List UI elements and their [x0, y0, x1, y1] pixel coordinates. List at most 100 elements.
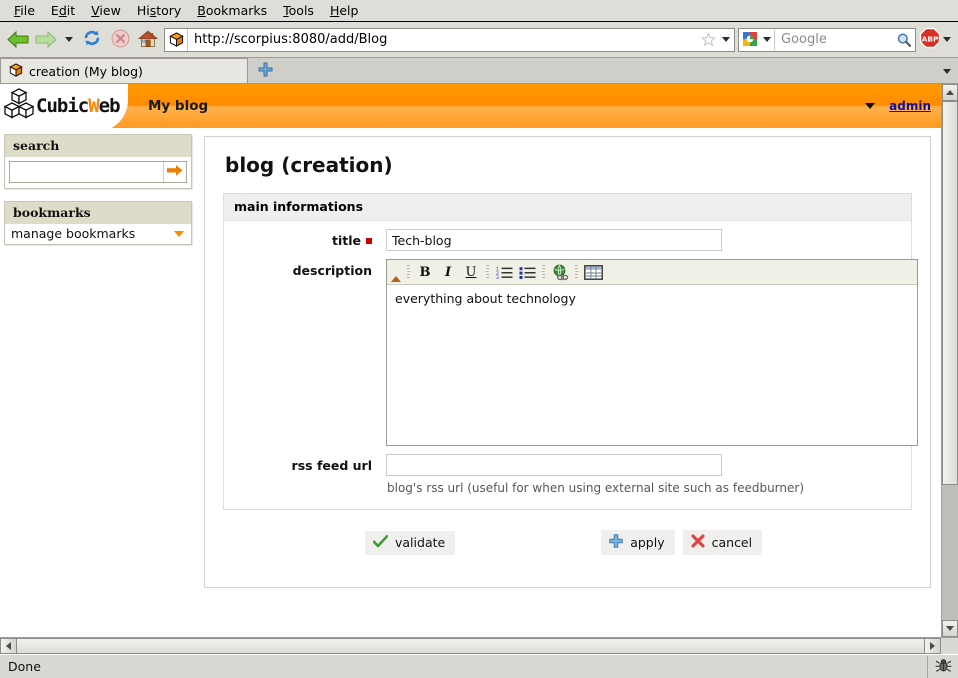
search-engine-dropdown[interactable] [760, 29, 775, 50]
chevron-down-icon [943, 68, 951, 74]
ordered-list-button[interactable]: 1 2 3 [493, 262, 515, 282]
back-arrow-icon [7, 31, 29, 48]
bookmarks-box-title: bookmarks [5, 202, 191, 224]
sidebar: search bookmarks manage bookmarks [0, 128, 196, 257]
logo-accent-letter: W [88, 95, 99, 117]
control-rss-feed-url: blog's rss url (useful for when using ex… [386, 454, 901, 495]
browser-search-input[interactable]: Google [775, 32, 893, 47]
cube-favicon [165, 28, 188, 51]
scroll-up-button[interactable] [942, 84, 958, 101]
chevron-down-icon[interactable] [943, 37, 951, 42]
nav-history-dropdown[interactable] [60, 26, 78, 54]
field-row-description: description B I U 1 2 3 everything about… [224, 251, 918, 446]
app-logo[interactable]: CubicWeb [0, 84, 128, 132]
bookmarks-box: bookmarks manage bookmarks [4, 201, 192, 245]
page-horizontal-scrollbar[interactable] [0, 637, 958, 654]
search-box-title: search [5, 135, 191, 157]
user-menu[interactable]: admin [865, 99, 931, 113]
vertical-scroll-track[interactable] [942, 101, 958, 620]
vertical-scroll-thumb[interactable] [942, 101, 958, 486]
fieldset-legend: main informations [224, 194, 911, 221]
page-body: search bookmarks manage bookmarks blog (… [0, 128, 941, 637]
cross-icon [691, 534, 705, 551]
menu-edit[interactable]: Edit [43, 2, 83, 19]
user-link[interactable]: admin [889, 99, 931, 113]
toolbar-grip [407, 265, 410, 279]
triangle-up-icon [391, 276, 401, 282]
scroll-down-button[interactable] [942, 620, 958, 637]
url-dropdown-button[interactable] [718, 29, 734, 51]
label-title: title [234, 229, 386, 248]
control-title [386, 229, 901, 251]
tab-creation-my-blog[interactable]: creation (My blog) [0, 58, 248, 83]
validate-button[interactable]: validate [365, 530, 456, 555]
forward-button [32, 26, 60, 54]
search-submit-button[interactable] [162, 162, 186, 182]
reload-button[interactable] [78, 26, 106, 54]
abp-icon: ABP [919, 27, 941, 52]
svg-text:3: 3 [496, 275, 499, 279]
italic-button[interactable]: I [437, 262, 459, 282]
arrow-right-icon [166, 164, 183, 180]
menu-bookmarks[interactable]: Bookmarks [189, 2, 275, 19]
rich-text-editor: B I U 1 2 3 everything about technology [386, 259, 918, 446]
cube-favicon [9, 62, 23, 80]
label-rss-feed-url: rss feed url [234, 454, 386, 473]
toolbar-grip [575, 265, 578, 279]
insert-link-button[interactable] [549, 262, 571, 282]
menu-file[interactable]: FFileile [6, 2, 43, 19]
plus-icon [609, 534, 623, 551]
content-panel: blog (creation) main informations title [204, 136, 931, 588]
main-informations-fieldset: main informations title Tech-blog descri… [223, 193, 918, 510]
field-row-rss-feed-url: rss feed url blog's rss url (useful for … [224, 446, 911, 495]
address-bar[interactable]: http://scorpius:8080/add/Blog [164, 27, 735, 52]
manage-bookmarks-label: manage bookmarks [11, 226, 136, 241]
search-row [9, 161, 187, 183]
back-button[interactable] [4, 26, 32, 54]
home-icon [137, 29, 159, 51]
chevron-down-icon[interactable] [865, 103, 876, 109]
menu-history[interactable]: History [129, 2, 189, 19]
star-icon[interactable] [698, 30, 718, 50]
menu-bar: FFileile Edit View History Bookmarks Too… [0, 0, 958, 22]
manage-bookmarks-item[interactable]: manage bookmarks [5, 224, 191, 244]
caret-down-icon[interactable] [174, 230, 184, 237]
form-actions: validate apply cancel [223, 530, 912, 555]
forward-arrow-icon [35, 31, 57, 48]
bold-button[interactable]: B [414, 262, 436, 282]
new-tab-button[interactable] [248, 58, 282, 83]
adblock-plus-button[interactable]: ABP [916, 27, 954, 53]
menu-tools[interactable]: Tools [275, 2, 322, 19]
toolbar-grip [542, 265, 545, 279]
apply-button[interactable]: apply [601, 530, 675, 555]
unordered-list-button[interactable] [516, 262, 538, 282]
search-input[interactable] [10, 162, 163, 182]
menu-help[interactable]: Help [322, 2, 367, 19]
page-vertical-scrollbar[interactable] [941, 84, 958, 637]
underline-button[interactable]: U [460, 262, 482, 282]
label-description-text: description [292, 263, 372, 278]
triangle-down-icon [946, 626, 954, 631]
tab-list-button[interactable] [936, 59, 958, 83]
scroll-left-button[interactable] [0, 638, 17, 654]
horizontal-scroll-track[interactable] [17, 638, 924, 654]
insert-table-button[interactable] [582, 262, 604, 282]
app-header: CubicWeb My blog admin [0, 84, 941, 132]
firebug-button[interactable] [928, 658, 958, 676]
magnifier-icon[interactable] [893, 32, 915, 48]
scroll-right-button[interactable] [924, 638, 941, 654]
page-title: blog (creation) [225, 153, 393, 177]
cancel-button[interactable]: cancel [682, 530, 763, 555]
triangle-right-icon [930, 642, 935, 650]
title-input[interactable] [386, 229, 722, 251]
label-description: description [234, 259, 386, 278]
home-button[interactable] [134, 26, 162, 54]
collapse-toolbar-icon[interactable] [389, 260, 403, 284]
chevron-down-icon [722, 37, 730, 42]
browser-search-bar[interactable]: Google [738, 27, 916, 52]
menu-view[interactable]: View [83, 2, 129, 19]
rss-feed-url-input[interactable] [386, 454, 722, 476]
firebug-bug-icon [935, 658, 952, 676]
cancel-label: cancel [711, 535, 753, 550]
description-textarea[interactable]: everything about technology [387, 285, 917, 445]
